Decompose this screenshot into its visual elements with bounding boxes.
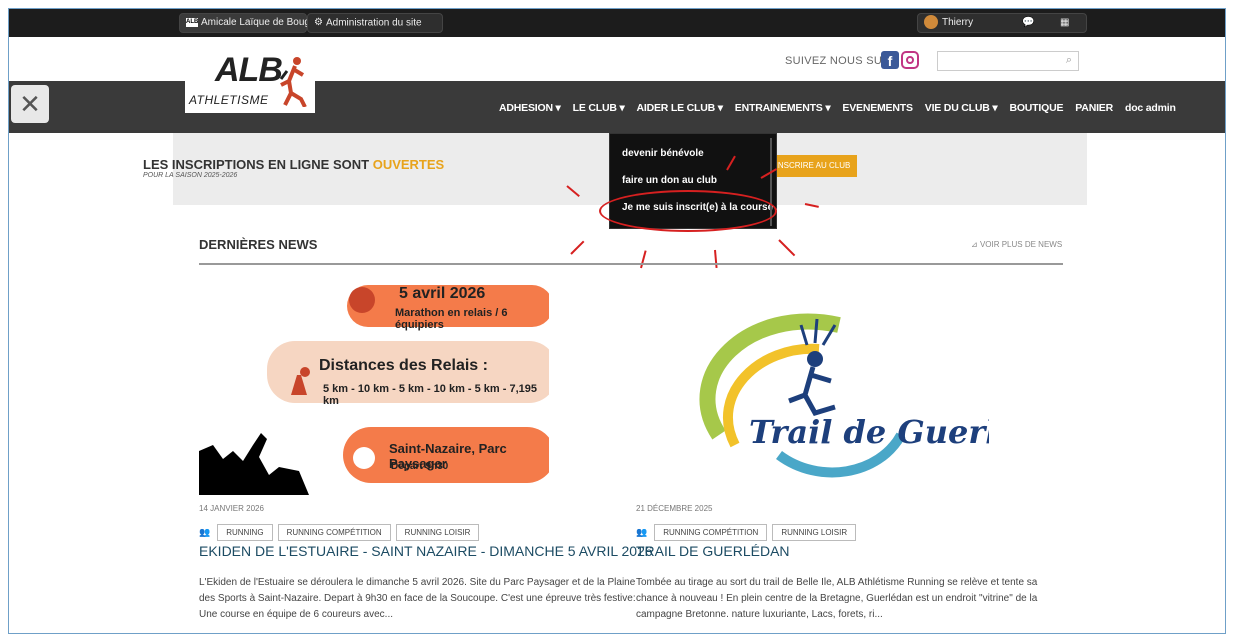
site-home-link[interactable]: ALB Amicale Laïque de Boug...: [179, 13, 318, 33]
user-menu[interactable]: Thierry 💬 ▦: [917, 13, 1087, 33]
users-icon: 👥: [636, 526, 648, 537]
tag-running-competition[interactable]: RUNNING COMPÉTITION: [654, 523, 768, 541]
banner-title-accent: OUVERTES: [372, 157, 445, 172]
instagram-icon[interactable]: [901, 51, 919, 69]
gear-icon: ⚙: [314, 17, 323, 28]
trail-logo-text: Trail de Guerlédan: [749, 413, 989, 451]
news-tags: 👥 RUNNING RUNNING COMPÉTITION RUNNING LO…: [199, 523, 480, 541]
highlight-ray: [570, 240, 585, 255]
site-admin-link[interactable]: ⚙ Administration du site: [307, 13, 443, 33]
news-headline[interactable]: EKIDEN DE L'ESTUAIRE - SAINT NAZAIRE - D…: [199, 543, 653, 559]
banner-subtitle: POUR LA SAISON 2025-2026: [143, 172, 238, 179]
news-headline[interactable]: TRAIL DE GUERLÉDAN: [636, 543, 790, 559]
main-menu: ADHESION ▾ LE CLUB ▾ AIDER LE CLUB ▾ ENT…: [493, 102, 1182, 114]
news-tags: 👥 RUNNING COMPÉTITION RUNNING LOISIR: [636, 523, 857, 541]
news-image-ekiden[interactable]: 5 avril 2026 Marathon en relais / 6 équi…: [199, 285, 549, 495]
nav-item-aider-le-club[interactable]: AIDER LE CLUB ▾: [631, 102, 729, 114]
more-news-label: VOIR PLUS DE NEWS: [979, 240, 1063, 249]
dropdown-item-benevole[interactable]: devenir bénévole: [622, 148, 704, 159]
news-date: 21 DÉCEMBRE 2025: [636, 504, 713, 513]
nav-item-boutique[interactable]: BOUTIQUE: [1003, 102, 1069, 114]
news-date: 14 JANVIER 2026: [199, 504, 264, 513]
site-admin-label: Administration du site: [325, 17, 422, 29]
poster-distances-title: Distances des Relais :: [319, 357, 488, 374]
browser-frame: ALB Amicale Laïque de Boug... ⚙ Administra…: [8, 8, 1226, 634]
nav-item-vie-du-club[interactable]: VIE DU CLUB ▾: [919, 102, 1004, 114]
news-image-guerledan[interactable]: Trail de Guerlédan: [639, 285, 989, 495]
trail-guerledan-logo: [699, 313, 906, 478]
poster-date: 5 avril 2026: [399, 285, 486, 302]
news-excerpt: L'Ekiden de l'Estuaire se déroulera le d…: [199, 577, 636, 620]
nav-item-doc-admin[interactable]: doc admin: [1119, 102, 1182, 114]
nav-item-le-club[interactable]: LE CLUB ▾: [567, 102, 631, 114]
rss-icon: ⊿: [971, 240, 980, 249]
news-excerpt: Tombée au tirage au sort du trail de Bel…: [636, 577, 1038, 620]
nav-item-panier[interactable]: PANIER: [1069, 102, 1119, 114]
banner-title-text: LES INSCRIPTIONS EN LIGNE SONT: [143, 157, 373, 172]
register-club-button[interactable]: INSCRIRE AU CLUB: [769, 155, 857, 177]
road-pin-icon: [291, 367, 310, 395]
runner-icon: [279, 57, 307, 107]
more-news-link[interactable]: ⊿ VOIR PLUS DE NEWS: [971, 240, 1062, 249]
poster-race: Marathon en relais / 6 équipiers: [395, 307, 508, 331]
follow-us-label: SUIVEZ NOUS SUR: [785, 55, 891, 67]
location-pin-icon: [353, 447, 375, 469]
users-icon: 👥: [199, 526, 211, 537]
banner-title: LES INSCRIPTIONS EN LIGNE SONT OUVERTES: [143, 157, 444, 172]
highlight-ray: [778, 239, 796, 257]
highlight-circle: [599, 190, 777, 232]
tag-running-loisir[interactable]: RUNNING LOISIR: [772, 523, 857, 541]
tag-running-competition[interactable]: RUNNING COMPÉTITION: [277, 523, 391, 541]
search-icon[interactable]: ⌕: [1066, 54, 1072, 67]
site-home-label: Amicale Laïque de Boug...: [201, 17, 319, 28]
nav-item-entrainements[interactable]: ENTRAINEMENTS ▾: [729, 102, 837, 114]
avatar: [924, 15, 938, 30]
poster-start: Départ 9h30: [391, 461, 449, 472]
tools-icon[interactable]: ✕: [11, 85, 49, 123]
highlight-ray: [640, 250, 647, 269]
site-badge-icon: ALB: [186, 17, 199, 27]
nav-item-adhesion[interactable]: ADHESION ▾: [493, 102, 567, 114]
highlight-ray: [714, 249, 718, 269]
tag-running-loisir[interactable]: RUNNING LOISIR: [395, 523, 480, 541]
logo-text: ALB: [215, 51, 283, 89]
tag-running[interactable]: RUNNING: [217, 523, 273, 541]
logo-subtitle: ATHLETISME: [189, 93, 269, 107]
chat-icon[interactable]: 💬: [1022, 14, 1034, 32]
news-divider: [199, 263, 1063, 265]
dropdown-item-don[interactable]: faire un don au club: [622, 175, 717, 186]
news-section-title: DERNIÈRES NEWS: [199, 237, 318, 252]
facebook-icon[interactable]: f: [881, 51, 899, 69]
admin-toolbar: ALB Amicale Laïque de Boug... ⚙ Administra…: [9, 9, 1225, 37]
calendar-icon[interactable]: ▦: [1060, 14, 1069, 32]
runners-silhouette-image: [199, 433, 309, 495]
poster-distances: 5 km - 10 km - 5 km - 10 km - 5 km - 7,1…: [323, 383, 538, 407]
clock-icon: [349, 287, 375, 313]
nav-item-evenements[interactable]: EVENEMENTS: [836, 102, 918, 114]
user-name: Thierry: [942, 17, 974, 28]
site-logo[interactable]: ALB ATHLETISME: [185, 49, 315, 113]
search-input[interactable]: ⌕: [937, 51, 1079, 71]
